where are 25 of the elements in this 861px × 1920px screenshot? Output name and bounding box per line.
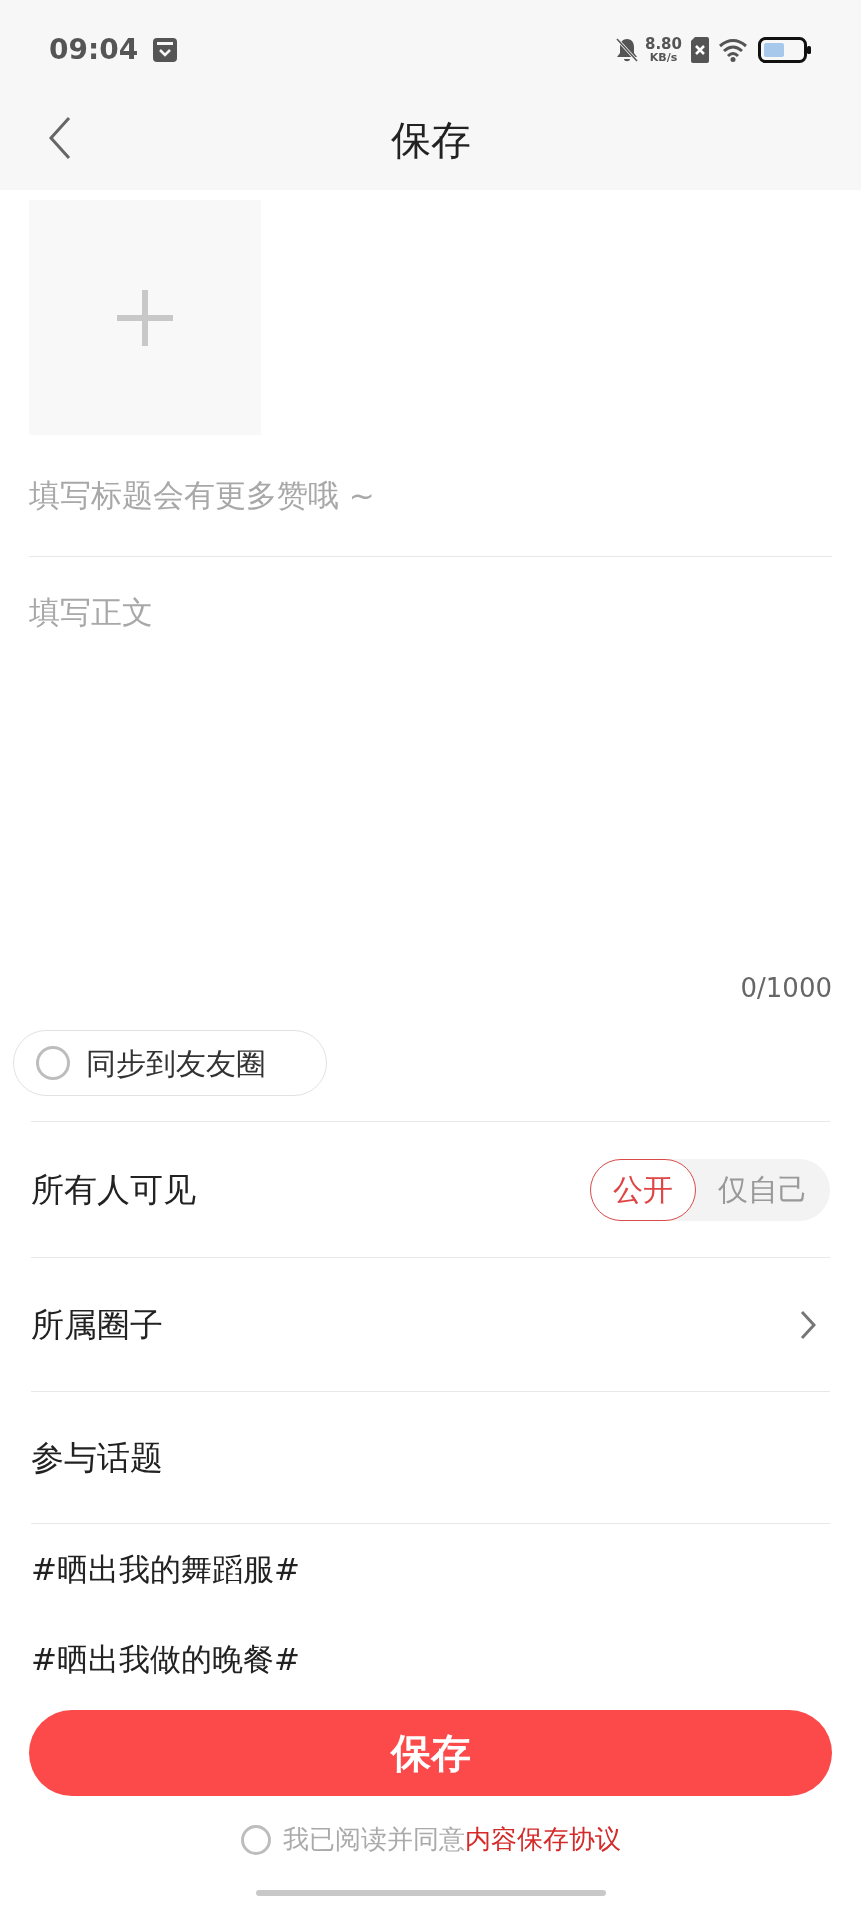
- network-speed: 8.80: [645, 37, 682, 52]
- title-field[interactable]: 填写标题会有更多赞哦 ~: [29, 472, 832, 519]
- clock-time: 09:04: [49, 32, 139, 68]
- topics-label: 参与话题: [31, 1436, 163, 1479]
- chevron-right-icon: [800, 1309, 816, 1340]
- bell-off-icon: [615, 37, 639, 63]
- agreement-text: 我已阅读并同意: [282, 1823, 465, 1856]
- back-icon: [48, 116, 72, 160]
- agreement-link[interactable]: 内容保存协议: [464, 1820, 621, 1859]
- topic-item[interactable]: #晒出我的舞蹈服#: [31, 1524, 300, 1614]
- radio-button[interactable]: [36, 1046, 70, 1080]
- network-speed-unit: KB/s: [649, 52, 678, 63]
- inbox-icon: [152, 37, 179, 63]
- radio-button[interactable]: [240, 1824, 271, 1855]
- add-image-tile[interactable]: [29, 200, 261, 435]
- visibility-option[interactable]: 公开: [590, 1158, 696, 1221]
- topic-item[interactable]: #晒出我做的晚餐#: [31, 1614, 300, 1704]
- body-field[interactable]: 填写正文: [29, 589, 832, 969]
- sim-card-icon: [690, 37, 710, 63]
- wifi-icon: [718, 38, 748, 62]
- visibility-label: 所有人可见: [31, 1168, 197, 1211]
- page-title: 保存: [390, 116, 471, 165]
- battery-icon: [758, 37, 812, 63]
- character-counter: 0/1000: [740, 972, 832, 1005]
- circle-row[interactable]: 所属圈子: [31, 1257, 830, 1391]
